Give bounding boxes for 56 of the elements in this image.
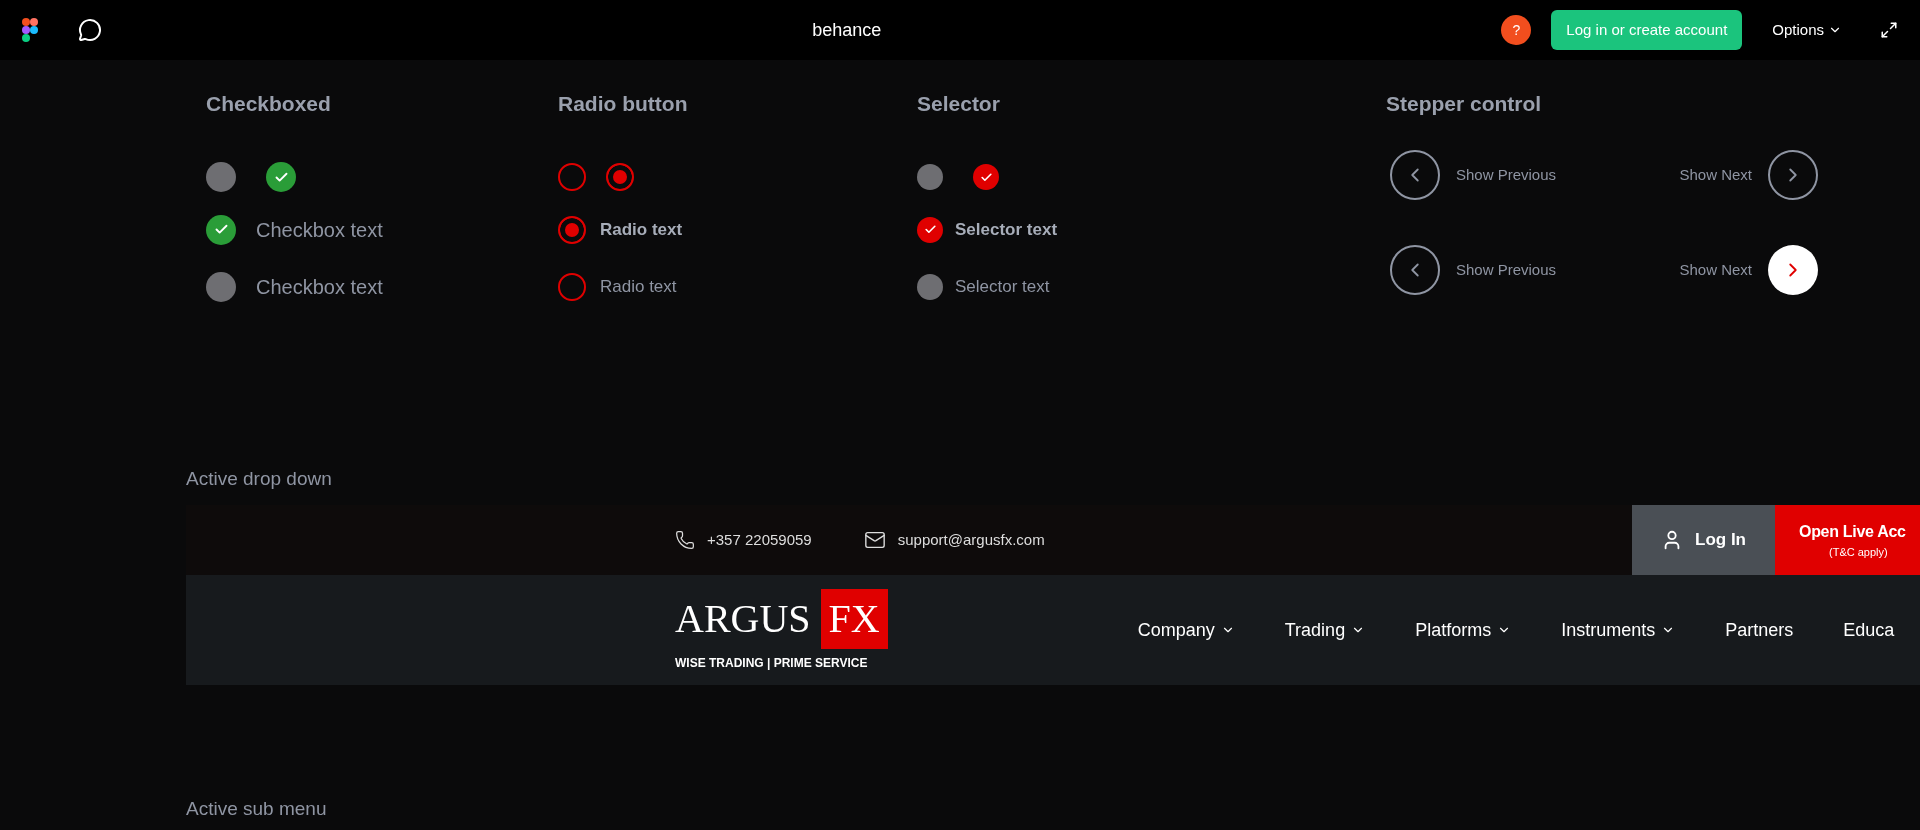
checked-checkbox[interactable] <box>917 216 943 243</box>
section-title: Active sub menu <box>186 797 328 821</box>
selector-label: Selector text <box>955 275 1050 298</box>
nav-item[interactable]: Instruments <box>1561 616 1676 644</box>
nav-item[interactable]: Partners <box>1725 616 1794 644</box>
nav-item[interactable]: Educa <box>1843 616 1895 644</box>
nav-item[interactable]: Company <box>1137 616 1235 644</box>
check-icon <box>213 222 229 237</box>
fullscreen-icon[interactable] <box>1880 21 1898 39</box>
checked-checkbox[interactable] <box>973 164 999 190</box>
unchecked-checkbox[interactable] <box>206 271 236 302</box>
next-button[interactable] <box>1768 245 1818 295</box>
section-title: Radio button <box>558 91 689 117</box>
next-button[interactable] <box>1768 150 1818 200</box>
previous-label: Show Previous <box>1456 259 1557 280</box>
nav-item[interactable]: Platforms <box>1415 616 1512 644</box>
nav-item[interactable]: Trading <box>1284 616 1366 644</box>
email-address: support@argusfx.com <box>897 529 1045 550</box>
radio-button[interactable] <box>558 163 586 191</box>
radio-button[interactable] <box>558 215 586 244</box>
radio-button[interactable] <box>558 272 586 301</box>
radio-button[interactable] <box>606 163 634 191</box>
file-title: behance <box>812 18 882 42</box>
section-title: Active drop down <box>186 467 333 491</box>
previous-label: Show Previous <box>1456 164 1557 185</box>
section-title: Stepper control <box>1386 91 1543 117</box>
checkbox-label: Checkbox text <box>256 217 383 243</box>
checkbox-label: Checkbox text <box>256 274 383 300</box>
login-button[interactable]: Log In <box>1632 505 1775 575</box>
radio-label: Radio text <box>600 275 677 298</box>
next-label: Show Next <box>1679 259 1752 280</box>
unchecked-checkbox[interactable] <box>917 273 943 300</box>
check-icon <box>979 170 993 184</box>
next-label: Show Next <box>1679 164 1752 185</box>
mail-icon <box>863 529 886 551</box>
phone-icon <box>675 530 695 550</box>
selector-label: Selector text <box>955 218 1058 241</box>
previous-button[interactable] <box>1390 150 1440 200</box>
section-title: Checkboxed <box>206 91 332 117</box>
check-icon <box>923 223 937 236</box>
open-account-label: Open Live Acc <box>1799 521 1906 542</box>
unchecked-checkbox[interactable] <box>206 162 236 192</box>
figma-logo-icon <box>22 18 38 42</box>
previous-button[interactable] <box>1390 245 1440 295</box>
comment-icon[interactable] <box>78 18 102 42</box>
checked-checkbox[interactable] <box>266 162 296 192</box>
options-button[interactable]: Options <box>1772 18 1842 42</box>
open-account-button[interactable]: Open Live Acc (T&C apply) <box>1775 505 1920 575</box>
argus-logo: ARGUS FX WISE TRADING | PRIME SERVICE <box>675 589 888 671</box>
help-button[interactable]: ? <box>1501 15 1532 45</box>
checked-checkbox[interactable] <box>206 214 236 245</box>
unchecked-checkbox[interactable] <box>917 164 943 190</box>
radio-label: Radio text <box>600 218 683 241</box>
open-account-note: (T&C apply) <box>1828 544 1888 560</box>
phone-number: +357 22059059 <box>707 529 812 550</box>
section-title: Selector <box>917 91 1001 117</box>
